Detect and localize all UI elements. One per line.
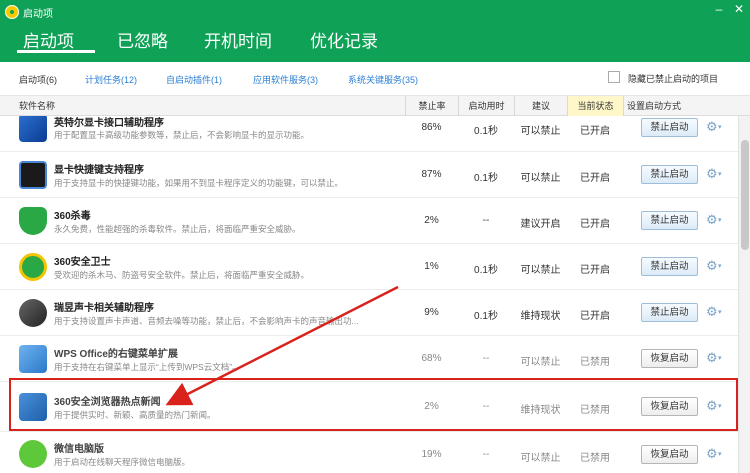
item-desc: 用于配置显卡高级功能参数等，禁止后，不会影响显卡的显示功能。: [54, 130, 310, 140]
item-rate: 9%: [424, 307, 439, 318]
item-advice: 可以禁止: [520, 357, 561, 368]
item-name: 显卡快捷键支持程序: [54, 165, 144, 176]
item-name: 微信电脑版: [54, 444, 104, 455]
subtab-bar: 启动项(6) 计划任务(12) 自启动插件(1) 应用软件服务(3) 系统关键服…: [0, 62, 750, 96]
list-item: 360安全卫士 受欢迎的杀木马、防盗号安全软件。禁止后，将面临严重安全威胁。 1…: [0, 244, 738, 290]
tab-optimize-log[interactable]: 优化记录: [310, 27, 378, 52]
item-advice: 可以禁止: [520, 126, 561, 137]
col-disable-rate[interactable]: 禁止率: [405, 96, 458, 116]
item-time: --: [482, 449, 490, 460]
window-title: 启动项: [23, 9, 53, 20]
disable-button[interactable]: 禁止启动: [641, 118, 698, 137]
speaker-icon: [19, 299, 47, 327]
item-name: WPS Office的右键菜单扩展: [54, 349, 178, 360]
item-advice: 可以禁止: [520, 453, 561, 464]
column-header: 软件名称 禁止率 启动用时 建议 当前状态 设置启动方式: [0, 96, 750, 116]
item-status: 已开启: [580, 311, 610, 322]
active-tab-underline: [17, 50, 95, 53]
item-rate: 2%: [424, 215, 439, 226]
list-item: 显卡快捷键支持程序 用于支持显卡的快捷键功能，如果用不到显卡程序定义的功能键，可…: [0, 152, 738, 198]
disable-button[interactable]: 禁止启动: [641, 165, 698, 184]
wps-cube-icon: [19, 345, 47, 373]
list-item: WPS Office的右键菜单扩展 用于支持在右键菜单上显示“上传到WPS云文档…: [0, 336, 738, 382]
item-time: 0.1秒: [474, 311, 498, 322]
item-advice: 可以禁止: [520, 173, 561, 184]
item-status: 已禁用: [580, 453, 610, 464]
item-name: 英特尔显卡接口辅助程序: [54, 118, 164, 129]
item-time: 0.1秒: [474, 173, 498, 184]
list-item: 360杀毒 永久免费，性能超强的杀毒软件。禁止后，将面临严重安全威胁。 2% -…: [0, 198, 738, 244]
intel-graphics-icon: [19, 116, 47, 142]
item-name: 瑞昱声卡相关辅助程序: [54, 303, 154, 314]
gear-icon[interactable]: ⚙: [706, 120, 726, 136]
list-item: 瑞昱声卡相关辅助程序 用于支持设置声卡声道、音频去噪等功能，禁止后，不会影响声卡…: [0, 290, 738, 336]
tab-startup[interactable]: 启动项: [23, 27, 74, 52]
item-time: 0.1秒: [474, 265, 498, 276]
app-logo-icon: [5, 5, 19, 19]
item-rate: 87%: [421, 169, 442, 180]
item-time: 0.1秒: [474, 126, 498, 137]
list-item: 英特尔显卡接口辅助程序 用于配置显卡高级功能参数等，禁止后，不会影响显卡的显示功…: [0, 116, 738, 152]
item-time: --: [482, 353, 490, 364]
hide-disabled-checkbox[interactable]: [608, 71, 620, 83]
wechat-icon: [19, 440, 47, 468]
disable-button[interactable]: 禁止启动: [641, 211, 698, 230]
gear-icon[interactable]: ⚙: [706, 167, 726, 183]
gear-icon[interactable]: ⚙: [706, 259, 726, 275]
item-status: 已开启: [580, 126, 610, 137]
item-desc: 受欢迎的杀木马、防盗号安全软件。禁止后，将面临严重安全威胁。: [54, 270, 310, 280]
item-advice: 建议开启: [520, 219, 561, 230]
gear-icon[interactable]: ⚙: [706, 447, 726, 463]
col-setting: 设置启动方式: [623, 96, 738, 116]
item-time: --: [482, 215, 490, 226]
tab-boot-time[interactable]: 开机时间: [204, 27, 272, 52]
gear-icon[interactable]: ⚙: [706, 351, 726, 367]
title-bar: 启动项 – ✕ 启动项 已忽略 开机时间 优化记录: [0, 0, 750, 62]
scrollbar-thumb[interactable]: [741, 140, 749, 250]
disable-button[interactable]: 禁止启动: [641, 257, 698, 276]
shield-icon: [19, 207, 47, 235]
monitor-icon: [19, 161, 47, 189]
restore-button[interactable]: 恢复启动: [641, 445, 698, 464]
item-rate: 68%: [421, 353, 442, 364]
col-startup-time[interactable]: 启动用时: [458, 96, 514, 116]
item-advice: 维持现状: [520, 311, 561, 322]
col-advice[interactable]: 建议: [514, 96, 567, 116]
annotation-highlight-box: [9, 378, 738, 431]
360-safe-icon: [19, 253, 47, 281]
subtab-plugins[interactable]: 自启动插件(1): [166, 73, 222, 86]
col-name[interactable]: 软件名称: [19, 96, 55, 116]
subtab-app-services[interactable]: 应用软件服务(3): [253, 73, 318, 86]
item-desc: 用于支持显卡的快捷键功能，如果用不到显卡程序定义的功能键，可以禁止。: [54, 178, 344, 188]
subtab-startup[interactable]: 启动项(6): [19, 73, 57, 86]
item-name: 360安全卫士: [54, 257, 111, 268]
item-desc: 永久免费，性能超强的杀毒软件。禁止后，将面临严重安全威胁。: [54, 224, 301, 234]
item-desc: 用于启动在线聊天程序微信电脑版。: [54, 457, 191, 467]
restore-button[interactable]: 恢复启动: [641, 349, 698, 368]
item-desc: 用于支持在右键菜单上显示“上传到WPS云文档”。: [54, 362, 241, 372]
item-desc: 用于支持设置声卡声道、音频去噪等功能，禁止后，不会影响声卡的声音输出功...: [54, 316, 359, 326]
subtab-scheduled-tasks[interactable]: 计划任务(12): [85, 73, 137, 86]
disable-button[interactable]: 禁止启动: [641, 303, 698, 322]
item-rate: 86%: [421, 122, 442, 133]
subtab-system-services[interactable]: 系统关键服务(35): [348, 73, 418, 86]
item-status: 已开启: [580, 173, 610, 184]
item-status: 已开启: [580, 265, 610, 276]
item-name: 360杀毒: [54, 211, 91, 222]
close-button[interactable]: ✕: [732, 3, 746, 15]
item-advice: 可以禁止: [520, 265, 561, 276]
item-status: 已开启: [580, 219, 610, 230]
item-status: 已禁用: [580, 357, 610, 368]
hide-disabled-label: 隐藏已禁止启动的项目: [628, 74, 719, 84]
scrollbar[interactable]: [738, 116, 750, 473]
tab-ignored[interactable]: 已忽略: [117, 27, 168, 52]
item-rate: 1%: [424, 261, 439, 272]
col-status[interactable]: 当前状态: [567, 96, 623, 116]
minimize-button[interactable]: –: [712, 3, 726, 15]
gear-icon[interactable]: ⚙: [706, 213, 726, 229]
item-rate: 19%: [421, 449, 442, 460]
gear-icon[interactable]: ⚙: [706, 305, 726, 321]
list-item: 微信电脑版 用于启动在线聊天程序微信电脑版。 19% -- 可以禁止 已禁用 恢…: [0, 432, 738, 473]
